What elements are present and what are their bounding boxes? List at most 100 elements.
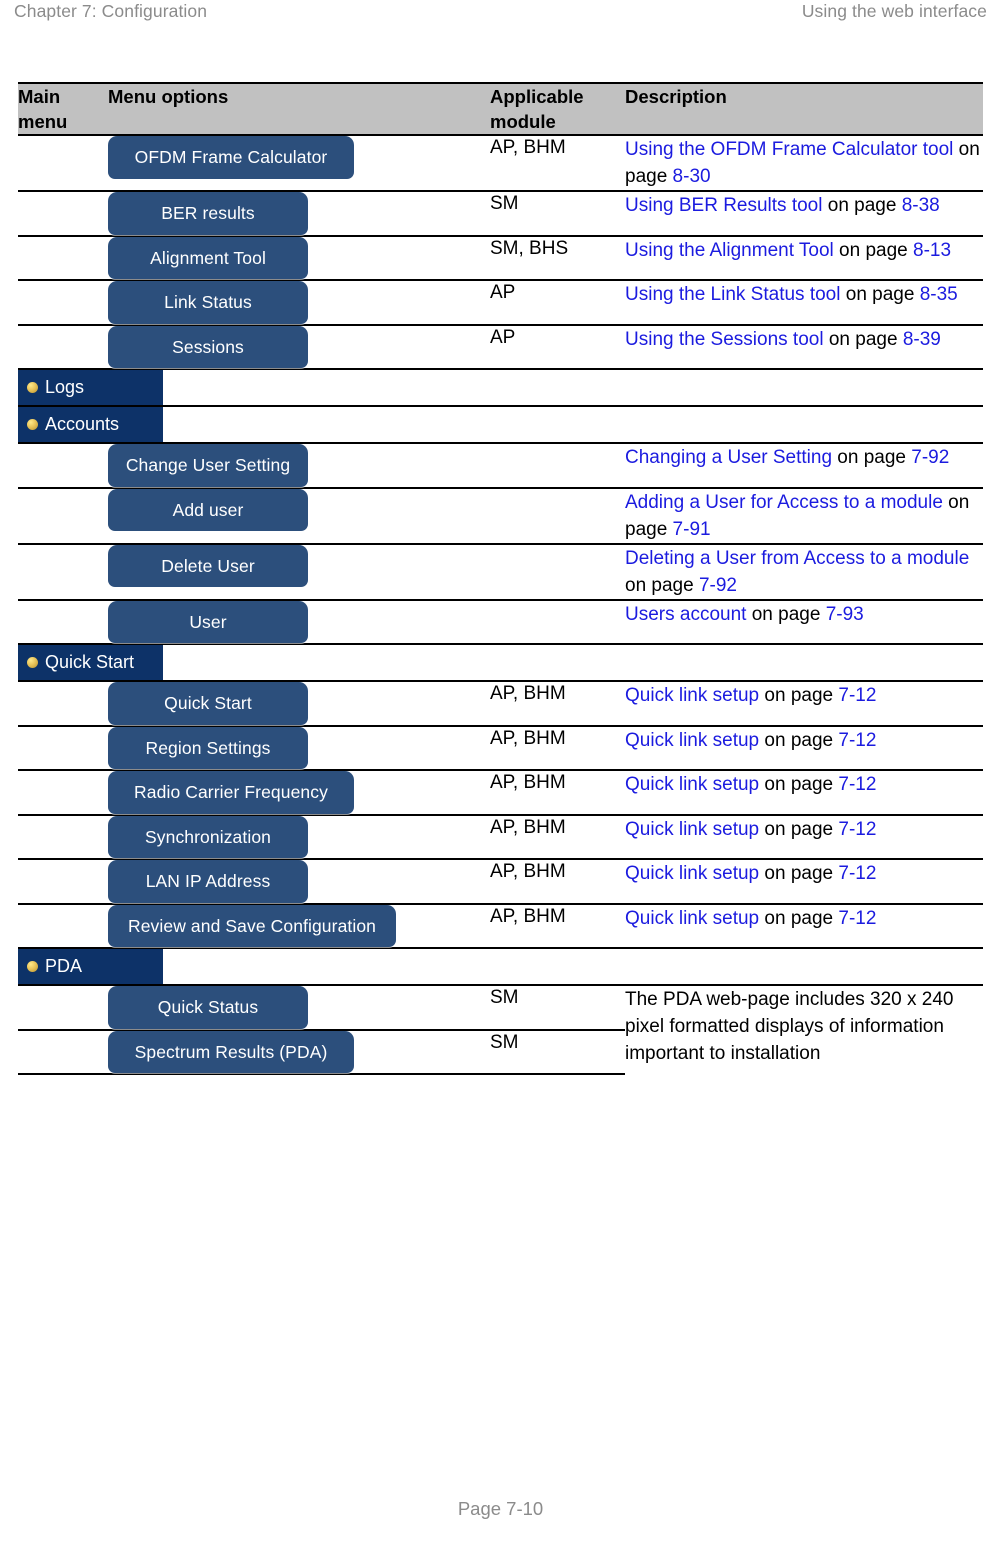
description-page-ref[interactable]: 7-12 [838,863,876,884]
description-page-ref[interactable]: 8-35 [920,284,958,305]
table-row: Alignment Tool SM, BHS Using the Alignme… [18,235,983,281]
description-cell-merged: The PDA web-page includes 320 x 240 pixe… [625,989,954,1064]
description-link[interactable]: Quick link setup [625,730,759,751]
menu-option-button[interactable]: LAN IP Address [108,860,308,903]
description-text: on page [759,907,839,929]
running-head-right: Using the web interface [801,1,987,21]
description-cell: Quick link setup on page 7-12 [625,859,983,905]
description-text: on page [759,729,839,751]
column-header-applicable-module: Applicable module [490,82,625,136]
menu-option-cell: Review and Save Configuration [108,903,490,949]
running-head: Chapter 7: Configuration Using the web i… [0,0,1001,30]
table-row: Sessions AP Using the Sessions tool on p… [18,324,983,370]
menu-option-button[interactable]: Delete User [108,544,308,587]
main-menu-cell [18,903,108,949]
table-row: PDA [18,948,983,986]
description-text: on page [832,447,912,468]
main-menu-cell [18,859,108,905]
description-link[interactable]: Using BER Results tool [625,195,822,216]
main-menu-tab[interactable]: Logs [18,370,163,405]
main-menu-tab[interactable]: Accounts [18,407,163,442]
main-menu-cell [18,814,108,860]
description-cell: Using the Link Status tool on page 8-35 [625,280,983,326]
menu-option-button[interactable]: BER results [108,192,308,235]
description-link[interactable]: Users account [625,604,746,625]
description-page-ref[interactable]: 7-12 [838,730,876,751]
description-link[interactable]: Quick link setup [625,863,759,884]
description-link[interactable]: Quick link setup [625,774,759,795]
menu-option-button[interactable]: Link Status [108,281,308,324]
menu-option-cell: Quick Status [108,985,490,1031]
description-text: on page [833,239,914,261]
module-cell: AP, BHM [490,725,625,771]
menu-option-button[interactable]: Alignment Tool [108,236,308,279]
menu-option-button[interactable]: Spectrum Results (PDA) [108,1030,354,1073]
column-header-menu-options: Menu options [108,82,490,136]
main-menu-tab[interactable]: PDA [18,949,163,984]
description-page-ref[interactable]: 7-92 [699,575,737,596]
module-cell [490,543,625,601]
menu-option-button[interactable]: Review and Save Configuration [108,904,396,947]
description-page-ref[interactable]: 8-13 [913,240,951,261]
description-link[interactable]: Using the Alignment Tool [625,240,834,261]
main-menu-cell [18,487,108,545]
description-link[interactable]: Changing a User Setting [625,447,832,468]
description-cell [625,948,983,986]
menu-option-button[interactable]: Sessions [108,325,308,368]
module-cell: AP, BHM [490,135,625,192]
description-page-ref[interactable]: 8-38 [902,195,940,216]
description-cell: Quick link setup on page 7-12 [625,814,983,860]
gold-ball-icon [27,381,38,393]
description-link[interactable]: Quick link setup [625,908,759,929]
description-page-ref[interactable]: 8-39 [903,329,941,350]
description-page-ref[interactable]: 7-92 [911,447,949,468]
menu-option-button[interactable]: Change User Setting [108,444,308,487]
menu-option-cell: OFDM Frame Calculator [108,135,490,192]
menu-option-cell: LAN IP Address [108,859,490,905]
menu-option-cell: Alignment Tool [108,235,490,281]
module-cell: SM, BHS [490,235,625,281]
gold-ball-icon [27,960,38,972]
description-page-ref[interactable]: 7-91 [673,519,711,540]
description-page-ref[interactable]: 7-12 [838,685,876,706]
menu-option-button[interactable]: Quick Start [108,682,308,725]
main-menu-tab-label: Quick Start [45,652,135,672]
main-menu-cell [18,985,108,1031]
description-link[interactable]: Quick link setup [625,685,759,706]
description-link[interactable]: Using the Link Status tool [625,284,840,305]
table-row: Link Status AP Using the Link Status too… [18,280,983,326]
main-menu-cell [18,324,108,370]
description-link[interactable]: Using the Sessions tool [625,329,824,350]
main-menu-tab[interactable]: Quick Start [18,645,163,680]
menu-option-button[interactable]: Quick Status [108,986,308,1029]
menu-option-button[interactable]: Radio Carrier Frequency [108,771,354,814]
menu-option-cell: BER results [108,191,490,237]
menu-option-cell: Sessions [108,324,490,370]
menu-option-button[interactable]: Add user [108,488,308,531]
description-page-ref[interactable]: 8-30 [673,166,711,187]
description-text: on page [625,574,699,596]
menu-option-cell: Delete User [108,543,490,601]
menu-option-cell: Spectrum Results (PDA) [108,1029,490,1075]
main-menu-cell [18,443,108,489]
description-link[interactable]: Quick link setup [625,819,759,840]
description-link[interactable]: Using the OFDM Frame Calculator tool [625,139,953,160]
main-menu-cell [18,599,108,645]
description-link[interactable]: Deleting a User from Access to a module [625,548,969,569]
menu-reference-table: Main menu Menu options Applicable module… [18,82,983,1075]
menu-option-button[interactable]: User [108,600,308,643]
description-page-ref[interactable]: 7-12 [838,908,876,929]
description-page-ref[interactable]: 7-12 [838,774,876,795]
description-link[interactable]: Adding a User for Access to a module [625,492,943,513]
main-menu-cell [18,770,108,816]
menu-option-button[interactable]: Synchronization [108,815,308,858]
description-page-ref[interactable]: 7-12 [838,819,876,840]
description-text: on page [759,863,839,884]
description-cell: Changing a User Setting on page 7-92 [625,443,983,489]
main-menu-tab-label: PDA [45,956,83,976]
module-cell [490,644,625,682]
description-page-ref[interactable]: 7-93 [826,604,864,625]
main-menu-cell [18,681,108,727]
menu-option-button[interactable]: OFDM Frame Calculator [108,136,354,179]
menu-option-button[interactable]: Region Settings [108,726,308,769]
